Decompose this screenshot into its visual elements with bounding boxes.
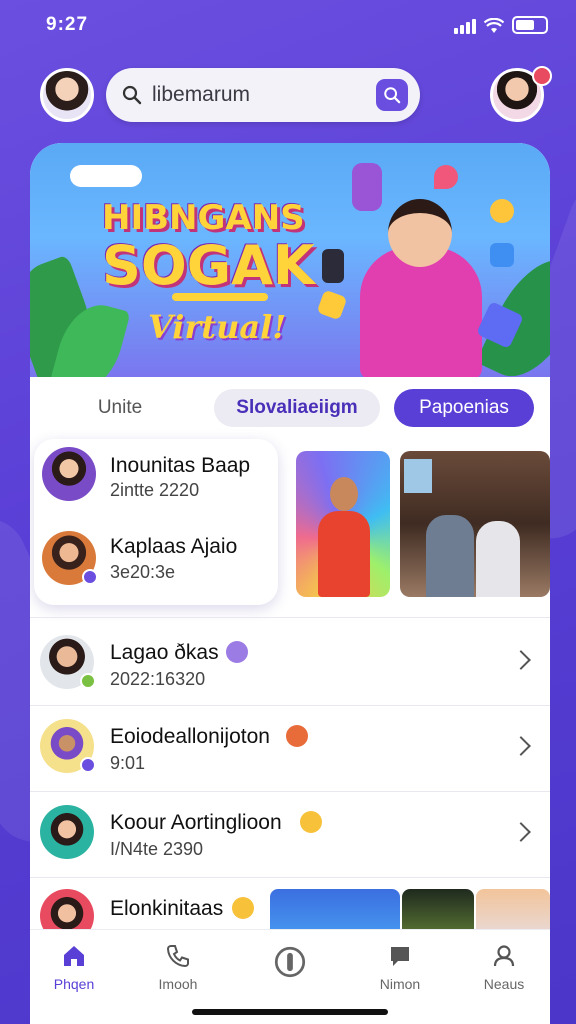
list-item[interactable]: Koour Aortinglioon I/N4te 2390 [30, 791, 550, 875]
status-bar: 9:27 [0, 0, 576, 50]
banner-illustration-kid-head [388, 199, 452, 267]
list-item-title: Eoiodeallonijoton [110, 725, 270, 748]
list-item-title[interactable]: Inounitas Baap [110, 454, 250, 478]
banner-subtitle: Virtual! [148, 308, 287, 346]
nav-center-action[interactable] [250, 942, 330, 984]
search-icon [384, 87, 401, 104]
group-card: Inounitas Baap 2intte 2220 Kaplaas Ajaio… [34, 439, 278, 605]
smile-emoji-icon [300, 811, 322, 833]
main-card: HIBNGANS SOGAK Virtual! Unite Slovaliaei… [30, 143, 550, 1024]
status-badge [80, 673, 96, 689]
list-item-title: Lagao ðkas [110, 641, 219, 664]
chevron-right-icon [511, 736, 531, 756]
list-item-title: Elonkinitaas [110, 897, 224, 920]
phone-device-icon [322, 249, 344, 283]
search-bar[interactable] [106, 68, 420, 122]
list-item[interactable]: Eoiodeallonijoton 9:01 [30, 705, 550, 789]
chevron-right-icon [511, 822, 531, 842]
banner-title: HIBNGANS SOGAK [102, 201, 315, 293]
battery-icon [512, 16, 548, 34]
chat-bubble-icon [490, 243, 514, 267]
phone-icon [166, 945, 189, 968]
list-item-subtitle: 3e20:3e [110, 562, 176, 582]
tab-active[interactable]: Papoenias [394, 389, 534, 427]
search-icon [122, 85, 142, 105]
list-item-subtitle: 2intte 2220 [110, 480, 200, 500]
list-item-title[interactable]: Kaplaas Ajaio [110, 535, 237, 559]
banner-underline [172, 293, 268, 301]
contact-avatar[interactable] [42, 447, 96, 501]
media-thumbnail[interactable] [296, 451, 390, 597]
segment-tabs: Unite Slovaliaeiigm Papoenias [30, 389, 550, 429]
character-figure-icon [352, 163, 382, 211]
status-time: 9:27 [46, 14, 89, 35]
divider [30, 617, 550, 618]
wifi-icon [484, 18, 504, 33]
banner-title-line2: SOGAK [102, 234, 315, 297]
nav-calls[interactable]: Imooh [138, 942, 218, 992]
nav-label: Nimon [379, 976, 421, 992]
nav-profile[interactable]: Neaus [464, 942, 544, 992]
nav-label: Neaus [483, 976, 525, 992]
search-input[interactable] [152, 83, 382, 107]
status-badge [80, 757, 96, 773]
game-cube-icon [316, 289, 348, 321]
list-item-subtitle: I/N4te 2390 [110, 839, 204, 859]
notification-badge [532, 66, 552, 86]
smile-emoji-icon [232, 897, 254, 919]
thumbnail-person-head [330, 477, 358, 511]
media-thumbnail[interactable] [400, 451, 550, 597]
list-item[interactable]: Elonkinitaas [30, 877, 270, 943]
moon-emoji-icon [226, 641, 248, 663]
center-action-icon [274, 946, 306, 978]
party-emoji-icon [286, 725, 308, 747]
user-avatar[interactable] [40, 68, 94, 122]
thumbnail-person [476, 521, 520, 597]
tab-second[interactable]: Slovaliaeiigm [214, 389, 380, 427]
nav-messages[interactable]: Nimon [360, 942, 440, 992]
cloud-decoration [70, 165, 142, 187]
list-item-title: Koour Aortinglioon [110, 811, 282, 834]
contact-avatar [40, 805, 94, 859]
verified-badge [82, 569, 98, 585]
status-icons [454, 16, 548, 34]
list-item[interactable]: Lagao ðkas 2022:16320 [30, 619, 550, 703]
banner-title-line1: HIBNGANS [102, 198, 305, 238]
list-item-subtitle: 2022:16320 [110, 669, 206, 689]
nav-label: Phqen [53, 976, 95, 992]
thumbnail-person [426, 515, 474, 597]
promo-banner[interactable]: HIBNGANS SOGAK Virtual! [30, 143, 550, 377]
nav-home[interactable]: Phqen [34, 942, 114, 992]
chevron-right-icon [511, 650, 531, 670]
profile-icon [493, 945, 515, 967]
music-note-icon [490, 199, 514, 223]
home-indicator[interactable] [192, 1009, 388, 1015]
chat-icon [391, 947, 409, 966]
signal-icon [454, 19, 476, 34]
location-pin-icon [434, 165, 458, 189]
thumbnail-person [318, 511, 370, 597]
tab-unite[interactable]: Unite [60, 389, 180, 427]
list-item-subtitle: 9:01 [110, 753, 146, 773]
home-icon [64, 946, 84, 966]
search-button[interactable] [376, 79, 408, 111]
nav-label: Imooh [158, 976, 198, 992]
thumbnail-screen [404, 459, 432, 493]
